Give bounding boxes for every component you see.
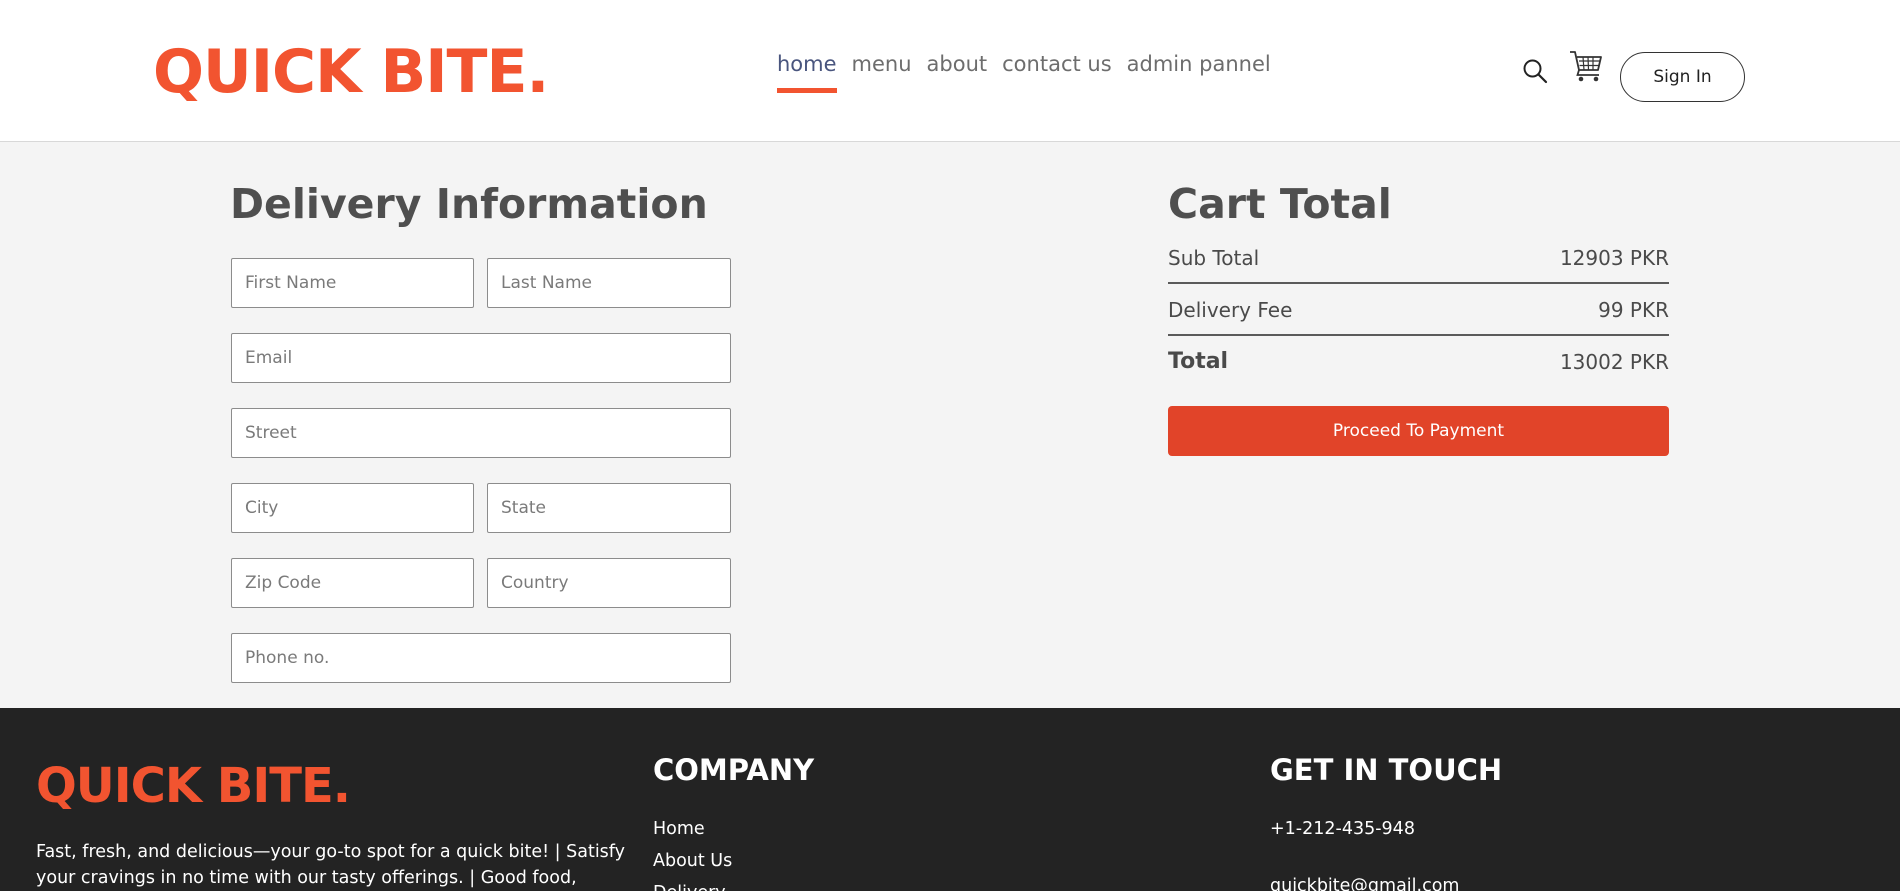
email-field[interactable] — [231, 333, 731, 383]
last-name-field[interactable] — [487, 258, 731, 308]
total-value: 13002 PKR — [1559, 350, 1669, 374]
main-nav: home menu about contact us admin pannel — [777, 50, 1271, 93]
site-footer: QUICK BITE. Fast, fresh, and delicious—y… — [0, 708, 1900, 891]
city-field[interactable] — [231, 483, 474, 533]
subtotal-value: 12903 PKR — [1559, 246, 1669, 270]
footer-phone: +1-212-435-948 — [1270, 819, 1415, 839]
brand-logo[interactable]: QUICK BITE. — [153, 36, 549, 108]
subtotal-row: Sub Total 12903 PKR — [1168, 244, 1669, 272]
footer-link-home[interactable]: Home — [653, 817, 705, 841]
phone-field[interactable] — [231, 633, 731, 683]
total-row: Total 13002 PKR — [1168, 348, 1669, 376]
cart-total-title: Cart Total — [1168, 180, 1392, 228]
country-field[interactable] — [487, 558, 731, 608]
footer-link-delivery[interactable]: Delivery — [653, 881, 726, 891]
nav-item-contact-us[interactable]: contact us — [1002, 50, 1112, 93]
delivery-fee-value: 99 PKR — [1598, 298, 1669, 322]
cart-icon[interactable] — [1568, 48, 1604, 84]
nav-item-menu[interactable]: menu — [852, 50, 912, 93]
proceed-to-payment-button[interactable]: Proceed To Payment — [1168, 406, 1669, 456]
nav-item-home[interactable]: home — [777, 50, 837, 93]
footer-email[interactable]: quickbite@gmail.com — [1270, 874, 1459, 891]
delivery-title: Delivery Information — [230, 180, 708, 228]
footer-company-heading: COMPANY — [653, 753, 815, 787]
divider — [1168, 282, 1669, 284]
total-label: Total — [1168, 349, 1229, 374]
divider — [1168, 334, 1669, 336]
state-field[interactable] — [487, 483, 731, 533]
search-icon[interactable] — [1522, 58, 1548, 84]
street-field[interactable] — [231, 408, 731, 458]
zip-code-field[interactable] — [231, 558, 474, 608]
delivery-fee-label: Delivery Fee — [1168, 298, 1293, 322]
first-name-field[interactable] — [231, 258, 474, 308]
footer-logo: QUICK BITE. — [36, 758, 351, 814]
footer-link-about-us[interactable]: About Us — [653, 849, 732, 873]
sign-in-button[interactable]: Sign In — [1620, 52, 1745, 102]
nav-item-admin-pannel[interactable]: admin pannel — [1127, 50, 1271, 93]
subtotal-label: Sub Total — [1168, 246, 1260, 270]
site-header: QUICK BITE. home menu about contact us a… — [0, 0, 1900, 142]
footer-contact-heading: GET IN TOUCH — [1270, 753, 1503, 787]
footer-description: Fast, fresh, and delicious—your go-to sp… — [36, 842, 626, 888]
delivery-fee-row: Delivery Fee 99 PKR — [1168, 296, 1669, 324]
nav-item-about[interactable]: about — [927, 50, 988, 93]
